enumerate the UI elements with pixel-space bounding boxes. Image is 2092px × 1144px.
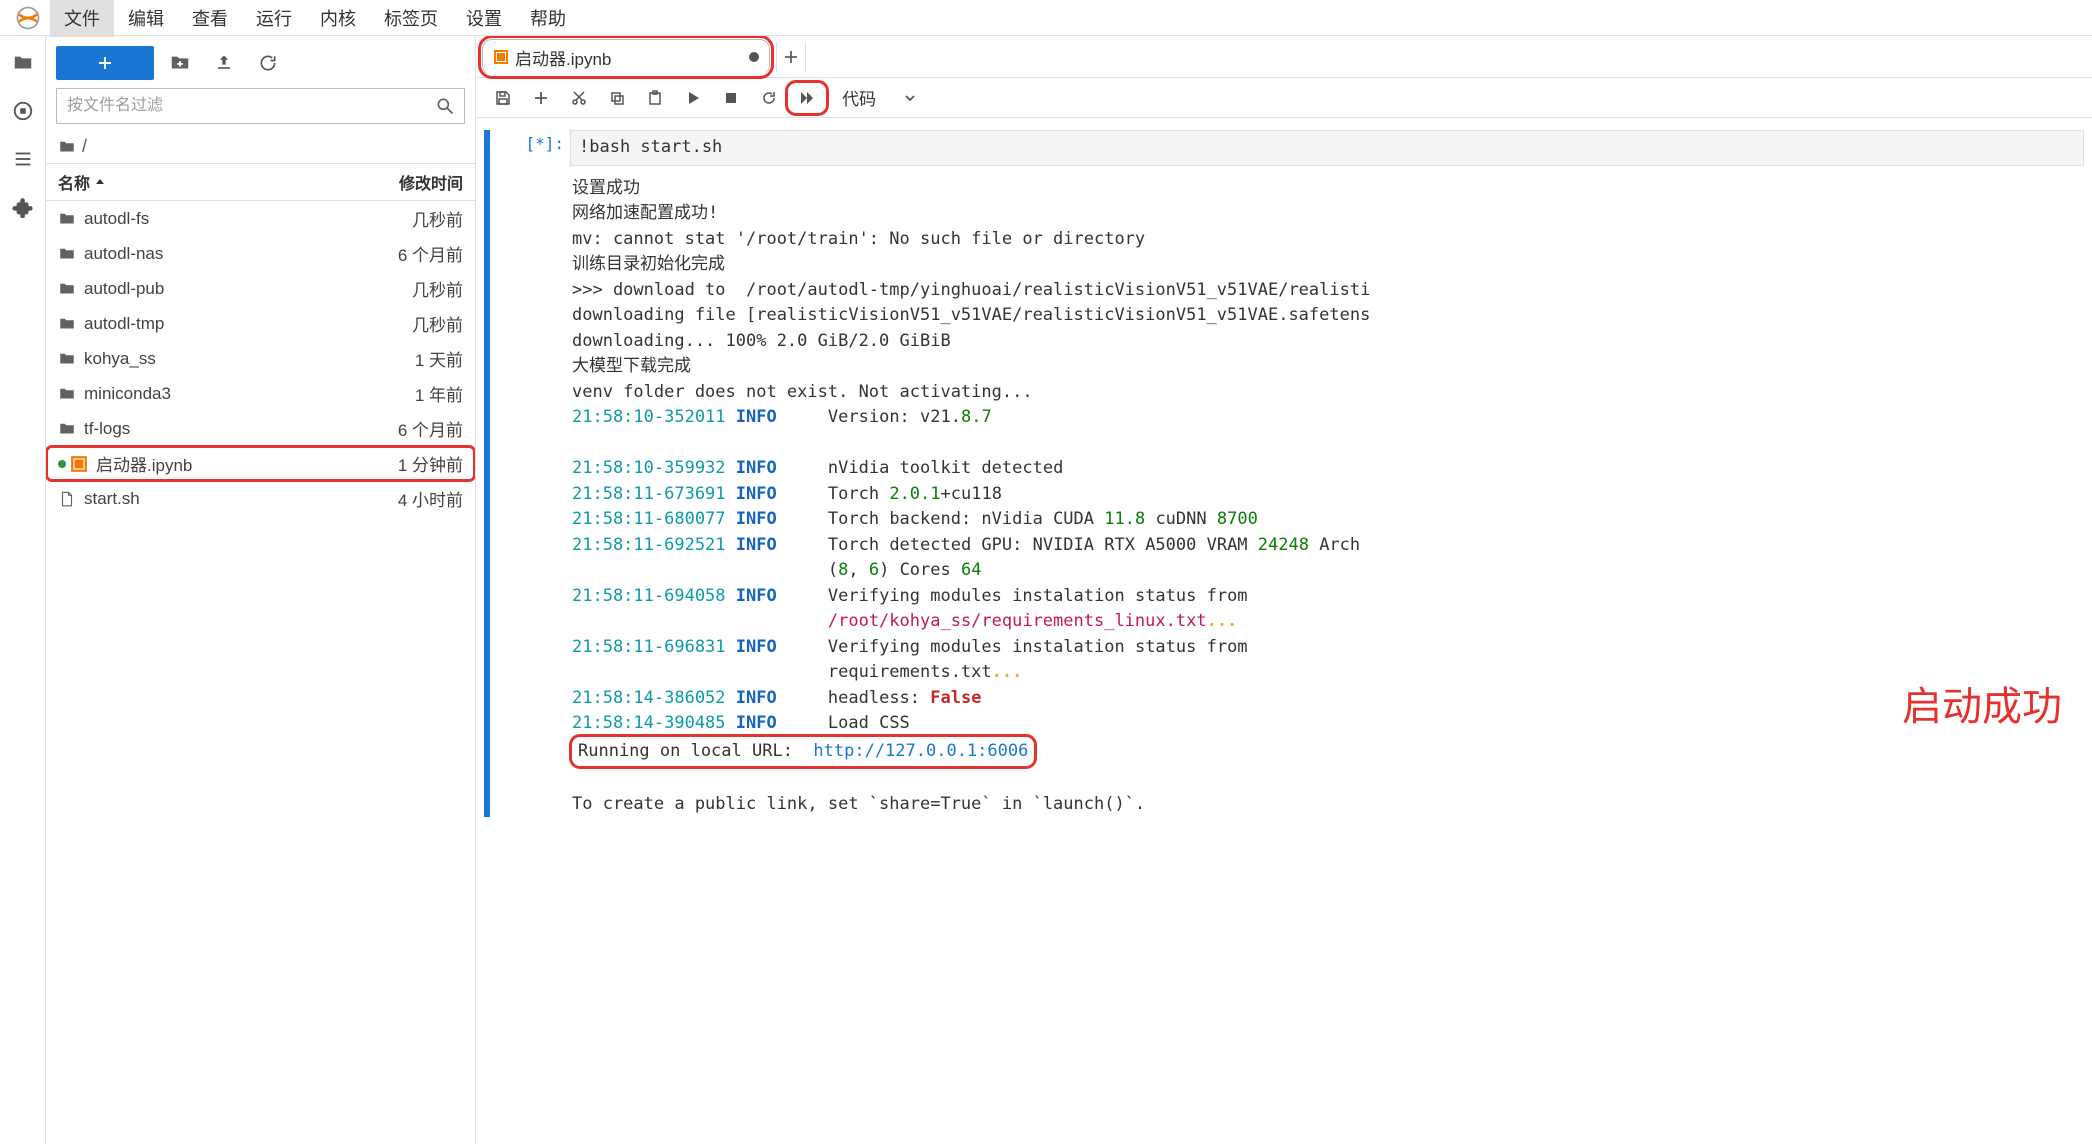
jupyter-logo-icon: [14, 4, 42, 32]
file-row-autodl-fs[interactable]: autodl-fs几秒前: [46, 201, 475, 236]
file-name: start.sh: [84, 489, 343, 509]
menu-file[interactable]: 文件: [50, 0, 114, 37]
cut-icon[interactable]: [560, 83, 598, 113]
local-url-link[interactable]: http://127.0.0.1:6006: [813, 741, 1028, 761]
file-name: tf-logs: [84, 419, 343, 439]
save-icon[interactable]: [484, 83, 522, 113]
file-list-header: 名称 修改时间: [46, 164, 475, 201]
notebook-toolbar: 代码: [476, 78, 2092, 118]
file-time: 1 天前: [343, 346, 463, 371]
running-icon[interactable]: [12, 100, 34, 122]
file-filter-input[interactable]: [56, 88, 465, 124]
add-tab-button[interactable]: [776, 42, 806, 72]
file-time: 6 个月前: [343, 416, 463, 441]
file-name: autodl-fs: [84, 209, 343, 229]
editor-area: 启动器.ipynb 代码: [476, 36, 2092, 1144]
tab-title: 启动器.ipynb: [515, 45, 611, 70]
menu-edit[interactable]: 编辑: [114, 0, 178, 37]
folder-icon[interactable]: [12, 52, 34, 74]
tab-bar: 启动器.ipynb: [476, 36, 2092, 78]
file-time: 几秒前: [343, 311, 463, 336]
chevron-down-icon: [904, 92, 916, 104]
file-time: 1 年前: [343, 381, 463, 406]
header-modified[interactable]: 修改时间: [343, 170, 463, 194]
file-time: 1 分钟前: [343, 451, 463, 476]
run-icon[interactable]: [674, 83, 712, 113]
menu-settings[interactable]: 设置: [452, 0, 516, 37]
restart-icon[interactable]: [750, 83, 788, 113]
file-name: autodl-pub: [84, 279, 343, 299]
annotation-success: 启动成功: [1902, 674, 2062, 732]
toc-icon[interactable]: [12, 148, 34, 170]
menu-tabs[interactable]: 标签页: [370, 0, 452, 37]
file-list: autodl-fs几秒前autodl-nas6 个月前autodl-pub几秒前…: [46, 201, 475, 1144]
new-launcher-button[interactable]: [56, 46, 154, 80]
restart-run-all-icon[interactable]: [788, 83, 826, 113]
menu-view[interactable]: 查看: [178, 0, 242, 37]
file-row-autodl-nas[interactable]: autodl-nas6 个月前: [46, 236, 475, 271]
file-time: 几秒前: [343, 206, 463, 231]
file-row-start.sh[interactable]: start.sh4 小时前: [46, 481, 475, 516]
cell-output: 设置成功 网络加速配置成功! mv: cannot stat '/root/tr…: [570, 176, 2084, 818]
code-cell[interactable]: [*]: !bash start.sh 设置成功 网络加速配置成功! mv: c…: [476, 130, 2092, 817]
file-name: autodl-nas: [84, 244, 343, 264]
breadcrumb[interactable]: /: [46, 130, 475, 164]
menu-help[interactable]: 帮助: [516, 0, 580, 37]
tab-launcher-notebook[interactable]: 启动器.ipynb: [482, 39, 770, 75]
file-time: 6 个月前: [343, 241, 463, 266]
breadcrumb-root: /: [82, 136, 87, 157]
file-name: kohya_ss: [84, 349, 343, 369]
file-name: autodl-tmp: [84, 314, 343, 334]
paste-icon[interactable]: [636, 83, 674, 113]
search-icon: [435, 96, 455, 116]
file-row-autodl-pub[interactable]: autodl-pub几秒前: [46, 271, 475, 306]
file-time: 几秒前: [343, 276, 463, 301]
stop-icon[interactable]: [712, 83, 750, 113]
file-row-autodl-tmp[interactable]: autodl-tmp几秒前: [46, 306, 475, 341]
menu-kernel[interactable]: 内核: [306, 0, 370, 37]
upload-icon[interactable]: [206, 52, 242, 74]
new-folder-icon[interactable]: [162, 52, 198, 74]
cell-code-input[interactable]: !bash start.sh: [570, 130, 2084, 166]
header-name[interactable]: 名称: [58, 170, 343, 194]
activity-bar: [0, 36, 46, 1144]
file-row-启动器.ipynb[interactable]: 启动器.ipynb1 分钟前: [46, 446, 475, 481]
cell-type-select[interactable]: 代码: [834, 85, 924, 110]
file-row-miniconda3[interactable]: miniconda31 年前: [46, 376, 475, 411]
cell-prompt: [*]:: [492, 130, 570, 817]
file-name: 启动器.ipynb: [96, 451, 343, 476]
refresh-icon[interactable]: [250, 52, 286, 74]
running-dot-icon: [58, 460, 66, 468]
file-name: miniconda3: [84, 384, 343, 404]
file-row-tf-logs[interactable]: tf-logs6 个月前: [46, 411, 475, 446]
local-url-box: Running on local URL: http://127.0.0.1:6…: [572, 737, 1034, 767]
copy-icon[interactable]: [598, 83, 636, 113]
insert-cell-icon[interactable]: [522, 83, 560, 113]
menu-run[interactable]: 运行: [242, 0, 306, 37]
cell-type-label: 代码: [842, 85, 876, 110]
menubar: 文件 编辑 查看 运行 内核 标签页 设置 帮助: [0, 0, 2092, 36]
extensions-icon[interactable]: [12, 196, 34, 218]
notebook-body: [*]: !bash start.sh 设置成功 网络加速配置成功! mv: c…: [476, 118, 2092, 1144]
dirty-indicator-icon: [749, 52, 759, 62]
file-browser: / 名称 修改时间 autodl-fs几秒前autodl-nas6 个月前aut…: [46, 36, 476, 1144]
file-time: 4 小时前: [343, 486, 463, 511]
file-row-kohya_ss[interactable]: kohya_ss1 天前: [46, 341, 475, 376]
cell-run-indicator: [484, 130, 490, 817]
